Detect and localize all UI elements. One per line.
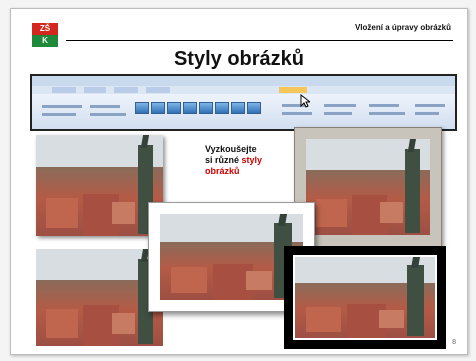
instruction-line-2: si různé styly bbox=[205, 155, 300, 166]
ribbon-group-label bbox=[415, 112, 439, 115]
prague-photo bbox=[160, 214, 303, 300]
style-thumbnail bbox=[135, 102, 149, 114]
prague-photo bbox=[306, 139, 430, 235]
photo-style-bevel-frame bbox=[294, 127, 442, 247]
ribbon-tab bbox=[114, 87, 138, 93]
photo-style-black-frame bbox=[284, 246, 446, 349]
header-divider bbox=[66, 40, 453, 41]
ribbon-group-label bbox=[282, 112, 312, 115]
ribbon-titlebar bbox=[32, 76, 455, 86]
style-thumbnail bbox=[199, 102, 213, 114]
ribbon-group-label bbox=[324, 104, 356, 107]
photo-style-soft-edge bbox=[36, 249, 163, 346]
ribbon-group-label bbox=[324, 112, 352, 115]
ribbon-group-label bbox=[415, 104, 445, 107]
ribbon-group-label bbox=[42, 113, 76, 116]
instruction-line-1: Vyzkoušejte bbox=[205, 144, 257, 154]
style-thumbnail bbox=[247, 102, 261, 114]
ribbon-group-label bbox=[369, 112, 405, 115]
prague-photo bbox=[36, 135, 163, 236]
prague-photo bbox=[36, 249, 163, 346]
ribbon-group-label bbox=[42, 105, 82, 108]
ribbon-group-label bbox=[90, 105, 120, 108]
style-thumbnail bbox=[183, 102, 197, 114]
style-thumbnail bbox=[231, 102, 245, 114]
slide: ZŠ K Vložení a úpravy obrázků Styly obrá… bbox=[10, 8, 468, 355]
ribbon-screenshot bbox=[30, 74, 457, 131]
instruction-line-2-prefix: si různé bbox=[205, 155, 240, 165]
instruction-line-3: obrázků bbox=[205, 166, 240, 176]
style-thumbnail bbox=[151, 102, 165, 114]
ribbon-group-label bbox=[369, 104, 399, 107]
ribbon-tab-active bbox=[279, 87, 307, 93]
ribbon-tab bbox=[52, 87, 76, 93]
section-title: Vložení a úpravy obrázků bbox=[354, 23, 451, 32]
instruction-accent: styly bbox=[241, 155, 263, 165]
mouse-cursor-icon bbox=[300, 94, 310, 108]
prague-photo bbox=[293, 255, 437, 340]
style-thumbnail bbox=[167, 102, 181, 114]
logo-top: ZŠ bbox=[32, 23, 58, 35]
school-logo: ZŠ K bbox=[32, 23, 58, 47]
ribbon-group-label bbox=[90, 113, 126, 116]
slide-title: Styly obrázků bbox=[173, 48, 305, 70]
slide-instruction: Vyzkoušejte si různé styly obrázků bbox=[205, 144, 300, 177]
style-thumbnail bbox=[215, 102, 229, 114]
page-number: 8 bbox=[452, 339, 456, 346]
logo-bottom: K bbox=[32, 35, 58, 47]
ribbon-tab bbox=[84, 87, 106, 93]
ribbon-tab bbox=[146, 87, 170, 93]
photo-style-shadow bbox=[36, 135, 163, 236]
